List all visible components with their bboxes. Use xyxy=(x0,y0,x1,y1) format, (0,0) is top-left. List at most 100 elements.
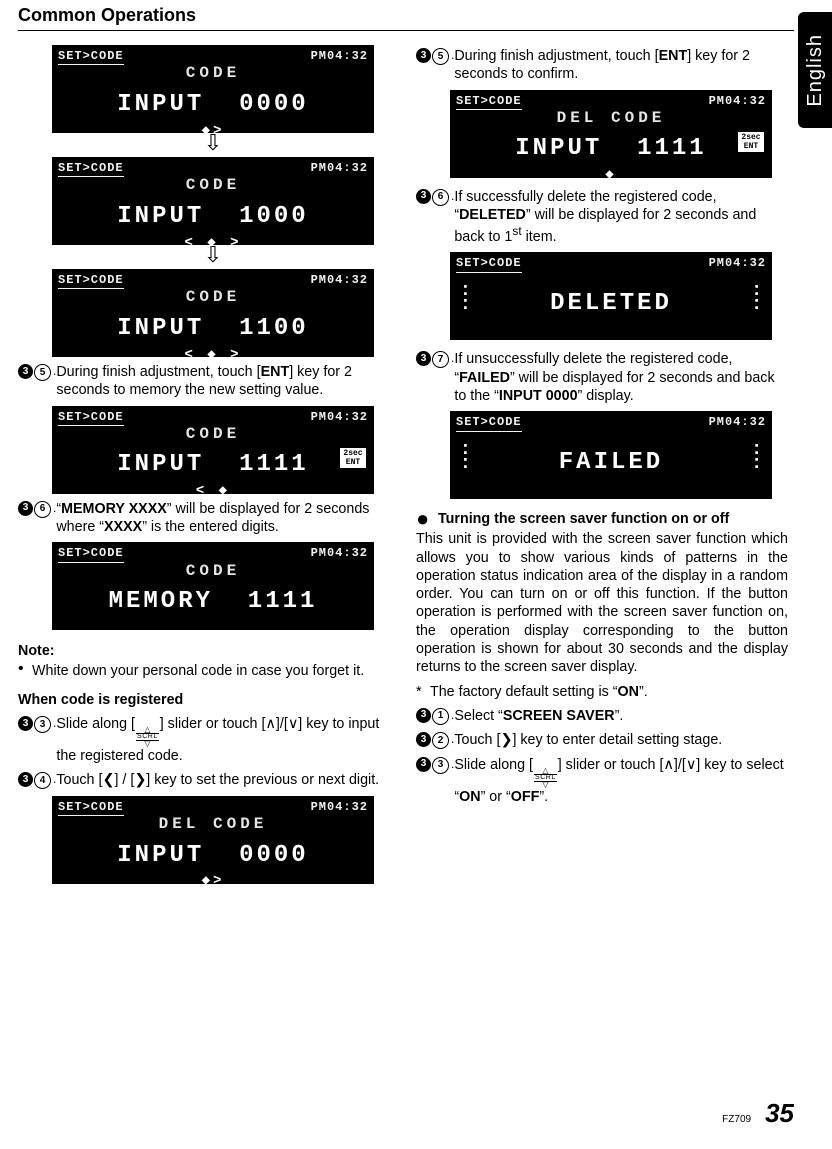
lcd-top-left: SET>CODE xyxy=(456,256,522,272)
lcd-main: MEMORY 1111 xyxy=(58,587,368,618)
step-text: Slide along [△SCRL▽] slider or touch [∧]… xyxy=(454,756,788,806)
step-badge: 33. xyxy=(18,715,56,765)
lcd-top-right: PM04:32 xyxy=(709,415,766,431)
lcd-nav: ◆ xyxy=(456,167,766,185)
t: ”. xyxy=(615,708,624,724)
lcd-nav xyxy=(58,620,368,638)
header-rule xyxy=(18,30,794,31)
right-column: 35. During finish adjustment, touch [ENT… xyxy=(416,41,788,888)
step-text: “MEMORY XXXX” will be displayed for 2 se… xyxy=(56,500,390,537)
step-badge: 36. xyxy=(18,500,56,537)
ent-key: ENT xyxy=(261,364,290,380)
lcd-nav: < ◆ > xyxy=(58,347,368,365)
lcd-subtitle: DEL CODE xyxy=(456,108,766,128)
step-3-2: 32. Touch [❯] key to enter detail settin… xyxy=(416,731,788,749)
scrl-slider-icon: △SCRL▽ xyxy=(534,768,557,788)
model-code: FZ709 xyxy=(722,1114,751,1125)
step-3-4: 34. Touch [❮] / [❯] key to set the previ… xyxy=(18,771,390,789)
t: ] key to set the previous or next digit. xyxy=(146,772,379,788)
bullet-dot-icon: • xyxy=(18,662,32,680)
right-icon: ❯ xyxy=(500,732,512,748)
step-badge: 32. xyxy=(416,731,454,749)
step-badge: 37. xyxy=(416,350,454,405)
language-tab-label: English xyxy=(804,34,827,107)
step-3-1: 31. Select “SCREEN SAVER”. xyxy=(416,707,788,725)
t: The factory default setting is “ xyxy=(430,684,618,700)
lcd-screen: SET>CODE PM04:32 CODE MEMORY 1111 xyxy=(36,542,390,630)
lcd-main: INPUT 1111 xyxy=(58,450,368,481)
lcd-main: INPUT 1111 xyxy=(456,134,766,165)
bullet-dot-icon: ● xyxy=(416,511,438,528)
lcd-main: INPUT 1100 xyxy=(58,314,368,345)
step-3-7: 37. If unsuccessfully delete the registe… xyxy=(416,350,788,405)
note-bullet: • White down your personal code in case … xyxy=(18,662,390,680)
page-footer: FZ709 35 xyxy=(722,1098,794,1129)
t: ] slider or touch [ xyxy=(160,716,266,732)
t: During finish adjustment, touch [ xyxy=(56,364,260,380)
section-header: Common Operations xyxy=(18,5,794,26)
language-tab: English xyxy=(798,12,832,128)
t: ”. xyxy=(639,684,648,700)
lcd-screen: SET>CODE PM04:32 :: :: DELETED xyxy=(434,252,788,340)
step-text: If unsuccessfully delete the registered … xyxy=(454,350,788,405)
step-3-3: 33. Slide along [△SCRL▽] slider or touch… xyxy=(416,756,788,806)
step-3-6: 36. “MEMORY XXXX” will be displayed for … xyxy=(18,500,390,537)
step-text: Select “SCREEN SAVER”. xyxy=(454,707,788,725)
ent-key: ENT xyxy=(659,48,688,64)
step-badge: 36. xyxy=(416,188,454,247)
step-badge: 34. xyxy=(18,771,56,789)
step-badge: 31. xyxy=(416,707,454,725)
lcd-screen: SET>CODE PM04:32 CODE INPUT 1111 < ◆ 2se… xyxy=(36,406,390,494)
subheading-when-registered: When code is registered xyxy=(18,691,390,709)
t: OFF xyxy=(511,789,540,805)
t: ”. xyxy=(539,789,548,805)
t: INPUT 0000 xyxy=(499,388,578,404)
up-icon: ∧ xyxy=(265,716,275,732)
body-paragraph: This unit is provided with the screen sa… xyxy=(416,530,788,676)
down-icon: ∨ xyxy=(288,716,298,732)
lcd-dots-icon: :: xyxy=(751,284,762,312)
step-text: During finish adjustment, touch [ENT] ke… xyxy=(56,363,390,400)
lcd-subtitle: CODE xyxy=(58,424,368,444)
lcd-subtitle: CODE xyxy=(58,287,368,307)
lcd-dots-icon: :: xyxy=(460,443,471,471)
t: During finish adjustment, touch [ xyxy=(454,48,658,64)
lcd-subtitle: DEL CODE xyxy=(58,814,368,834)
lcd-screen: SET>CODE PM04:32 CODE INPUT 0000 ◆> ⇩ xyxy=(36,45,390,153)
lcd-main: INPUT 0000 xyxy=(58,841,368,872)
step-badge: 35. xyxy=(18,363,56,400)
topic-heading: ● Turning the screen saver function on o… xyxy=(416,511,788,528)
t: ON xyxy=(618,684,639,700)
step-text: During finish adjustment, touch [ENT] ke… xyxy=(454,47,788,84)
t: Slide along [ xyxy=(56,716,135,732)
lcd-subtitle: CODE xyxy=(58,561,368,581)
t: XXXX xyxy=(104,519,142,535)
lcd-dots-icon: :: xyxy=(460,284,471,312)
left-icon: ❮ xyxy=(102,772,114,788)
lcd-top-right: PM04:32 xyxy=(709,256,766,272)
down-icon: ∨ xyxy=(686,757,696,773)
t: FAILED xyxy=(459,370,510,386)
step-text: Touch [❯] key to enter detail setting st… xyxy=(454,731,788,749)
lcd-screen: SET>CODE PM04:32 DEL CODE INPUT 0000 ◆> xyxy=(36,796,390,884)
t: The factory default setting is “ON”. xyxy=(430,683,648,701)
lcd-main: DELETED xyxy=(456,289,766,320)
lcd-main: INPUT 0000 xyxy=(58,90,368,121)
step-text: Slide along [△SCRL▽] slider or touch [∧]… xyxy=(56,715,390,765)
t: Select “ xyxy=(454,708,502,724)
t: item. xyxy=(522,229,557,245)
t: SCREEN SAVER xyxy=(503,708,615,724)
lcd-main: FAILED xyxy=(456,448,766,479)
right-icon: ❯ xyxy=(134,772,146,788)
t: ]/[ xyxy=(276,716,288,732)
lcd-top-left: SET>CODE xyxy=(456,415,522,431)
lcd-subtitle: CODE xyxy=(58,175,368,195)
t: Touch [ xyxy=(454,732,500,748)
lcd-nav: ◆> xyxy=(58,123,368,141)
t: ” is the entered digits. xyxy=(142,519,279,535)
t: ] key to enter detail setting stage. xyxy=(512,732,722,748)
page-number: 35 xyxy=(765,1098,794,1129)
default-note: * The factory default setting is “ON”. xyxy=(416,683,788,701)
t: DELETED xyxy=(459,207,526,223)
step-3-6: 36. If successfully delete the registere… xyxy=(416,188,788,247)
